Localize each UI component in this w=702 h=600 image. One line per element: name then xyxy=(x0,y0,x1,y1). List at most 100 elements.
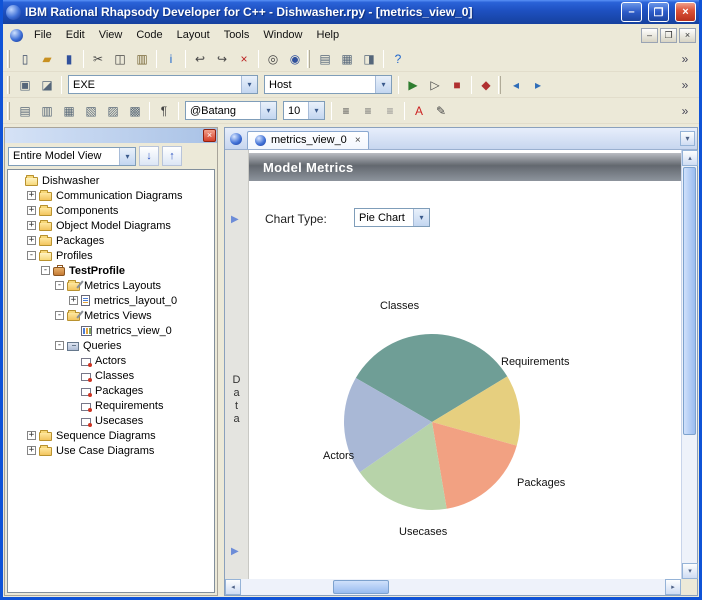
minimize-button[interactable]: – xyxy=(621,2,642,22)
horizontal-scroll-thumb[interactable] xyxy=(333,580,389,594)
paste-button[interactable]: ▥ xyxy=(131,49,153,69)
vertical-scroll-track[interactable] xyxy=(682,436,697,563)
table-grid-button[interactable]: ▦ xyxy=(58,101,80,121)
mdi-close-button[interactable]: × xyxy=(679,27,696,43)
paragraph-button[interactable]: ¶ xyxy=(153,101,175,121)
menu-tools[interactable]: Tools xyxy=(217,27,257,43)
undo-button[interactable]: ↩ xyxy=(189,49,211,69)
tree-item-components[interactable]: + Components xyxy=(11,203,214,218)
vertical-scrollbar[interactable]: ▴ ▾ xyxy=(681,150,698,579)
move-up-button[interactable]: ↑ xyxy=(162,146,182,166)
tree-item-packages[interactable]: + Packages xyxy=(11,233,214,248)
tree-item-requirements[interactable]: Requirements xyxy=(11,398,214,413)
open-button[interactable]: ▰ xyxy=(36,49,58,69)
matrix-button[interactable]: ▦ xyxy=(336,49,358,69)
breakpoint-button[interactable]: ◆ xyxy=(475,75,497,95)
menu-layout[interactable]: Layout xyxy=(170,27,217,43)
tree-item-dishwasher[interactable]: Dishwasher xyxy=(11,173,214,188)
help-button[interactable]: ? xyxy=(387,49,409,69)
tree-item-metrics-layouts[interactable]: - Metrics Layouts xyxy=(11,278,214,293)
chevron-down-icon[interactable]: ▾ xyxy=(241,76,257,93)
tree-toggle-icon[interactable]: + xyxy=(27,431,36,440)
tab-list-icon[interactable] xyxy=(230,133,242,145)
cut-button[interactable]: ✂ xyxy=(87,49,109,69)
tab-close-icon[interactable]: × xyxy=(355,135,361,146)
menu-help[interactable]: Help xyxy=(310,27,347,43)
tree-item-queries[interactable]: - Queries xyxy=(11,338,214,353)
browser-close-button[interactable]: × xyxy=(203,129,216,142)
align-center-button[interactable]: ≡ xyxy=(357,101,379,121)
tree-toggle-icon[interactable]: + xyxy=(27,446,36,455)
expand-top-icon[interactable]: ▶ xyxy=(231,214,239,225)
tab-metrics-view-0[interactable]: metrics_view_0 × xyxy=(247,131,369,149)
tree-item-sequence-diagrams[interactable]: + Sequence Diagrams xyxy=(11,428,214,443)
align-left-button[interactable]: ≡ xyxy=(335,101,357,121)
locate-button[interactable]: ◉ xyxy=(284,49,306,69)
configuration-combo[interactable]: EXE ▾ xyxy=(68,75,258,94)
tree-item-object-model-diagrams[interactable]: + Object Model Diagrams xyxy=(11,218,214,233)
menu-code[interactable]: Code xyxy=(129,27,169,43)
view-selector-combo[interactable]: Entire Model View ▾ xyxy=(8,146,136,166)
report-button[interactable]: ▤ xyxy=(314,49,336,69)
build-button[interactable]: ◪ xyxy=(36,75,58,95)
table-hatch-button[interactable]: ▨ xyxy=(102,101,124,121)
overflow-format-button[interactable]: » xyxy=(674,101,696,121)
copy-button[interactable]: ◫ xyxy=(109,49,131,69)
tree-toggle-icon[interactable]: - xyxy=(55,311,64,320)
browser-titlebar[interactable]: × xyxy=(5,128,217,143)
tree-item-packages[interactable]: Packages xyxy=(11,383,214,398)
move-down-button[interactable]: ↓ xyxy=(139,146,159,166)
chart-type-combo[interactable]: Pie Chart ▾ xyxy=(354,208,430,227)
horizontal-scroll-track[interactable] xyxy=(241,579,665,595)
table-row-button[interactable]: ▥ xyxy=(36,101,58,121)
table-shade-button[interactable]: ▧ xyxy=(80,101,102,121)
table-dense-button[interactable]: ▩ xyxy=(124,101,146,121)
tree-item-usecases[interactable]: Usecases xyxy=(11,413,214,428)
tree-toggle-icon[interactable]: + xyxy=(27,191,36,200)
chevron-down-icon[interactable]: ▾ xyxy=(260,102,276,119)
vertical-scroll-thumb[interactable] xyxy=(683,167,696,435)
stop-button[interactable]: ■ xyxy=(446,75,468,95)
toolbar-grip[interactable] xyxy=(307,49,310,68)
webify-button[interactable]: ◨ xyxy=(358,49,380,69)
expand-bottom-icon[interactable]: ▶ xyxy=(231,546,239,557)
chevron-down-icon[interactable]: ▾ xyxy=(375,76,391,93)
tree-item-profiles[interactable]: - Profiles xyxy=(11,248,214,263)
toolbar-grip[interactable] xyxy=(7,49,10,68)
menu-edit[interactable]: Edit xyxy=(59,27,92,43)
menu-window[interactable]: Window xyxy=(256,27,309,43)
run-button[interactable]: ▶ xyxy=(402,75,424,95)
tab-scroll-down-button[interactable]: ▾ xyxy=(680,131,695,146)
scroll-up-button[interactable]: ▴ xyxy=(682,150,698,166)
overflow-standard-button[interactable]: » xyxy=(674,49,696,69)
mdi-minimize-button[interactable]: – xyxy=(641,27,658,43)
target-combo[interactable]: Host ▾ xyxy=(264,75,392,94)
toolbar-grip[interactable] xyxy=(7,101,10,120)
save-button[interactable]: ▮ xyxy=(58,49,80,69)
tree-item-communication-diagrams[interactable]: + Communication Diagrams xyxy=(11,188,214,203)
draw-pencil-button[interactable]: ✎ xyxy=(430,101,452,121)
back-button[interactable]: ◂ xyxy=(505,75,527,95)
tree-item-metrics-layout-0[interactable]: + metrics_layout_0 xyxy=(11,293,214,308)
chevron-down-icon[interactable]: ▾ xyxy=(119,147,135,165)
search-button[interactable]: ◎ xyxy=(262,49,284,69)
scroll-down-button[interactable]: ▾ xyxy=(682,563,698,579)
tree-item-classes[interactable]: Classes xyxy=(11,368,214,383)
animate-button[interactable]: ▷ xyxy=(424,75,446,95)
scroll-left-button[interactable]: ◂ xyxy=(225,579,241,595)
chevron-down-icon[interactable]: ▾ xyxy=(308,102,324,119)
tree-item-use-case-diagrams[interactable]: + Use Case Diagrams xyxy=(11,443,214,458)
align-right-button[interactable]: ≡ xyxy=(379,101,401,121)
menu-view[interactable]: View xyxy=(92,27,130,43)
menu-file[interactable]: File xyxy=(27,27,59,43)
font-size-combo[interactable]: 10 ▾ xyxy=(283,101,325,120)
font-combo[interactable]: @Batang ▾ xyxy=(185,101,277,120)
tree-item-actors[interactable]: Actors xyxy=(11,353,214,368)
toolbar-grip[interactable] xyxy=(498,75,501,94)
tree-toggle-icon[interactable]: - xyxy=(27,251,36,260)
tree-toggle-icon[interactable]: - xyxy=(41,266,50,275)
font-color-button[interactable]: A xyxy=(408,101,430,121)
redo-button[interactable]: ↪ xyxy=(211,49,233,69)
scroll-right-button[interactable]: ▸ xyxy=(665,579,681,595)
tree-toggle-icon[interactable]: + xyxy=(27,236,36,245)
